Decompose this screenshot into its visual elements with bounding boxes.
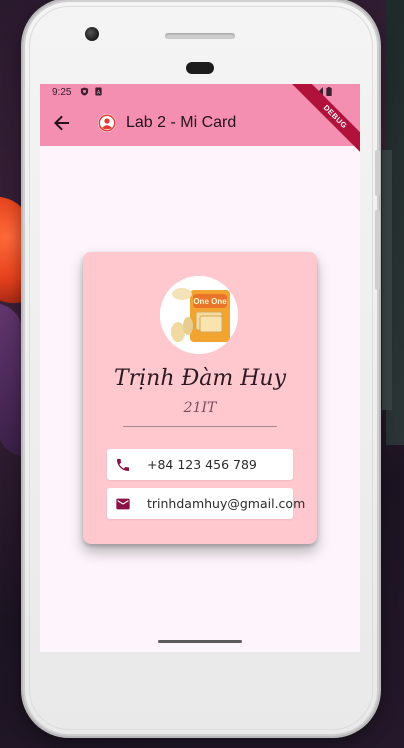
phone-text: +84 123 456 789 bbox=[147, 457, 257, 472]
home-indicator[interactable] bbox=[158, 640, 242, 643]
app-screen: 9:25 A Lab 2 - Mi Card DEBUG One One Trị… bbox=[40, 84, 360, 652]
back-button[interactable] bbox=[50, 111, 74, 135]
app-bar: Lab 2 - Mi Card DEBUG bbox=[40, 84, 360, 161]
arrow-back-icon bbox=[54, 115, 69, 131]
battery-icon bbox=[326, 87, 332, 96]
earpiece bbox=[186, 62, 214, 74]
package-label: One One bbox=[193, 297, 227, 306]
page-title: Lab 2 - Mi Card bbox=[126, 114, 237, 131]
phone-icon bbox=[115, 457, 131, 473]
status-time: 9:25 bbox=[52, 87, 72, 98]
profile-card: One One Trịnh Đàm Huy 21IT +84 123 456 7… bbox=[83, 252, 317, 544]
front-camera bbox=[85, 27, 99, 41]
profile-name: Trịnh Đàm Huy bbox=[113, 366, 287, 391]
shield-icon bbox=[80, 87, 89, 96]
account-circle-icon bbox=[98, 114, 116, 132]
background-window-strip bbox=[382, 150, 392, 410]
volume-button bbox=[375, 150, 380, 196]
speaker-grille bbox=[165, 33, 235, 39]
email-icon bbox=[115, 496, 131, 512]
power-button bbox=[375, 210, 380, 290]
email-text: trinhdamhuy@gmail.com bbox=[147, 496, 306, 511]
svg-text:A: A bbox=[97, 90, 101, 96]
email-row[interactable]: trinhdamhuy@gmail.com bbox=[107, 488, 305, 519]
divider bbox=[123, 426, 277, 427]
avatar: One One bbox=[160, 276, 238, 354]
profile-subtitle: 21IT bbox=[183, 400, 217, 416]
phone-row[interactable]: +84 123 456 789 bbox=[107, 449, 293, 480]
avatar-image: One One bbox=[160, 276, 238, 354]
sim-card-icon: A bbox=[95, 87, 102, 96]
